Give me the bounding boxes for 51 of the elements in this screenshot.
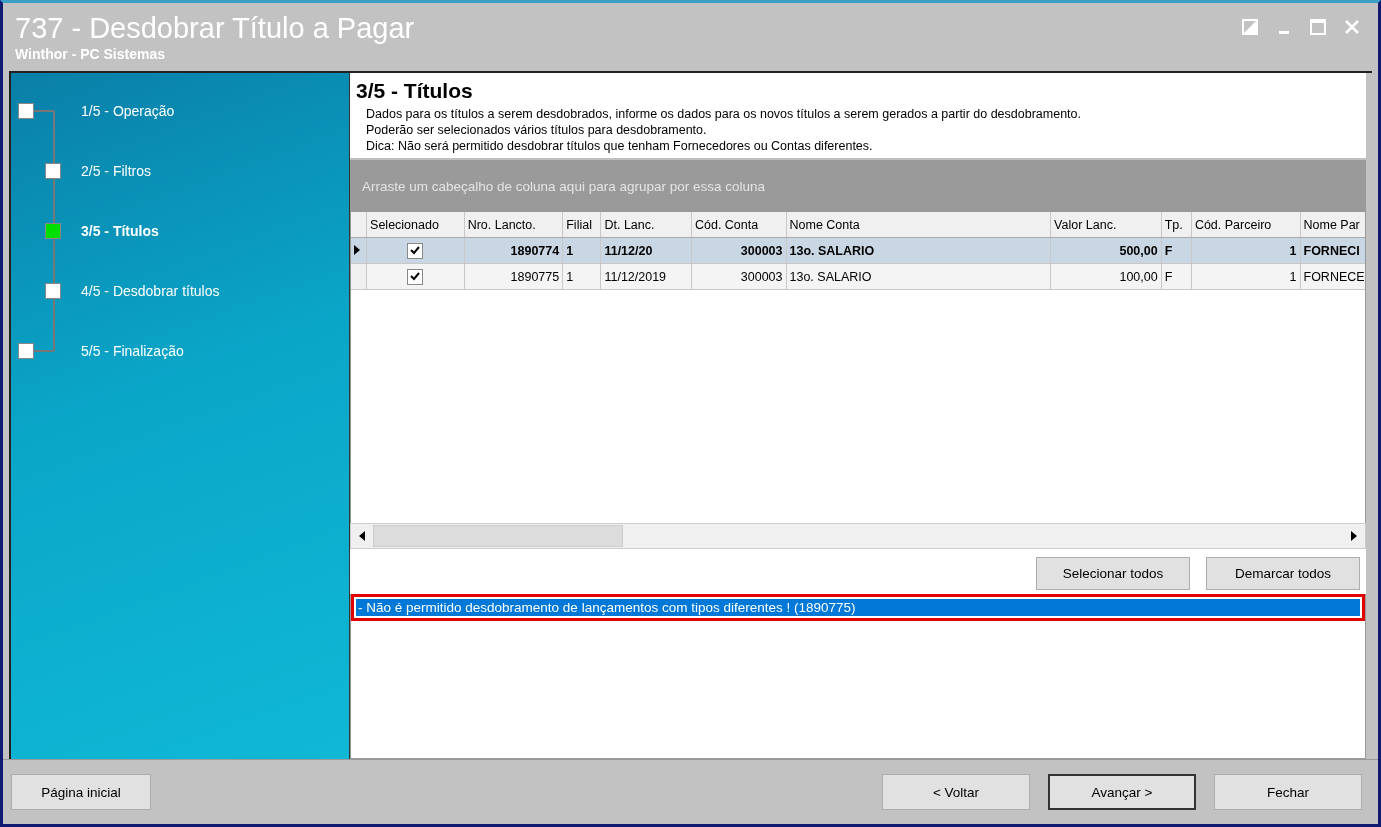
home-button[interactable]: Página inicial xyxy=(11,774,151,810)
table-cell: 300003 xyxy=(691,237,786,264)
step-item[interactable]: 1/5 - Operação xyxy=(81,103,175,119)
maximize-icon[interactable] xyxy=(1310,19,1326,35)
table-cell: 1890774 xyxy=(464,237,563,264)
scroll-left-icon[interactable] xyxy=(358,531,366,541)
horizontal-scrollbar[interactable] xyxy=(350,523,1366,549)
table-cell: 11/12/2019 xyxy=(600,263,692,290)
table-cell: 1890775 xyxy=(464,263,563,290)
table-cell: 100,00 xyxy=(1050,263,1162,290)
column-header[interactable]: Tp. xyxy=(1161,212,1192,238)
current-row-icon xyxy=(354,244,360,255)
close-icon[interactable] xyxy=(1344,19,1360,35)
scroll-right-icon[interactable] xyxy=(1350,531,1358,541)
description-text: Poderão ser selecionados vários títulos para desdobramento. xyxy=(366,122,708,138)
window-subtitle: Winthor - PC Sistemas xyxy=(15,46,166,62)
table-cell: 13o. SALARIO xyxy=(786,263,1051,290)
row-indicator-header xyxy=(351,212,367,238)
nav-button[interactable]: Avançar > xyxy=(1048,774,1196,810)
row-indicator[interactable] xyxy=(351,237,367,264)
checkbox[interactable] xyxy=(407,268,424,285)
restore-icon[interactable] xyxy=(1242,19,1258,35)
table-cell: 300003 xyxy=(691,263,786,290)
scroll-thumb[interactable] xyxy=(373,525,623,547)
table-cell: 13o. SALARIO xyxy=(786,237,1051,264)
table-cell: 1 xyxy=(1191,237,1300,264)
step-item[interactable]: 2/5 - Filtros xyxy=(81,163,151,179)
column-header[interactable]: Nro. Lancto. xyxy=(464,212,563,238)
column-header[interactable]: Cód. Conta xyxy=(691,212,786,238)
table-cell: 1 xyxy=(1191,263,1300,290)
page-heading: 3/5 - Títulos xyxy=(356,79,474,103)
column-header[interactable]: Cód. Parceiro xyxy=(1191,212,1300,238)
nav-button[interactable]: Fechar xyxy=(1214,774,1362,810)
nav-button[interactable]: < Voltar xyxy=(882,774,1030,810)
window-title: 737 - Desdobrar Título a Pagar xyxy=(15,11,415,45)
column-header[interactable]: Dt. Lanc. xyxy=(600,212,692,238)
step-item[interactable]: 3/5 - Títulos xyxy=(81,223,159,239)
table-cell: 500,00 xyxy=(1050,237,1162,264)
group-by-panel: Arraste um cabeçalho de coluna aqui para agrupar por essa coluna xyxy=(350,158,1366,212)
action-button[interactable]: Demarcar todos xyxy=(1206,557,1360,590)
column-header[interactable]: Valor Lanc. xyxy=(1050,212,1162,238)
column-header[interactable]: Selecionado xyxy=(366,212,465,238)
column-header[interactable]: Nome Conta xyxy=(786,212,1051,238)
description-text: Dica: Não será permitido desdobrar títulos que tenham Fornecedores ou Contas diferentes. xyxy=(366,138,874,154)
checkbox[interactable] xyxy=(407,242,424,259)
action-button[interactable]: Selecionar todos xyxy=(1036,557,1190,590)
message-item[interactable]: - Não é permitido desdobramento de lançamentos com tipos diferentes ! (1890775) xyxy=(356,599,1360,616)
description-text: Dados para os títulos a serem desdobrados, informe os dados para os novos títulos a serem gerados a partir do desdobramento. xyxy=(366,106,1082,122)
column-header[interactable]: Filial xyxy=(562,212,601,238)
table-cell: 11/12/20 xyxy=(600,237,692,264)
column-header[interactable]: Nome Par xyxy=(1300,212,1365,238)
